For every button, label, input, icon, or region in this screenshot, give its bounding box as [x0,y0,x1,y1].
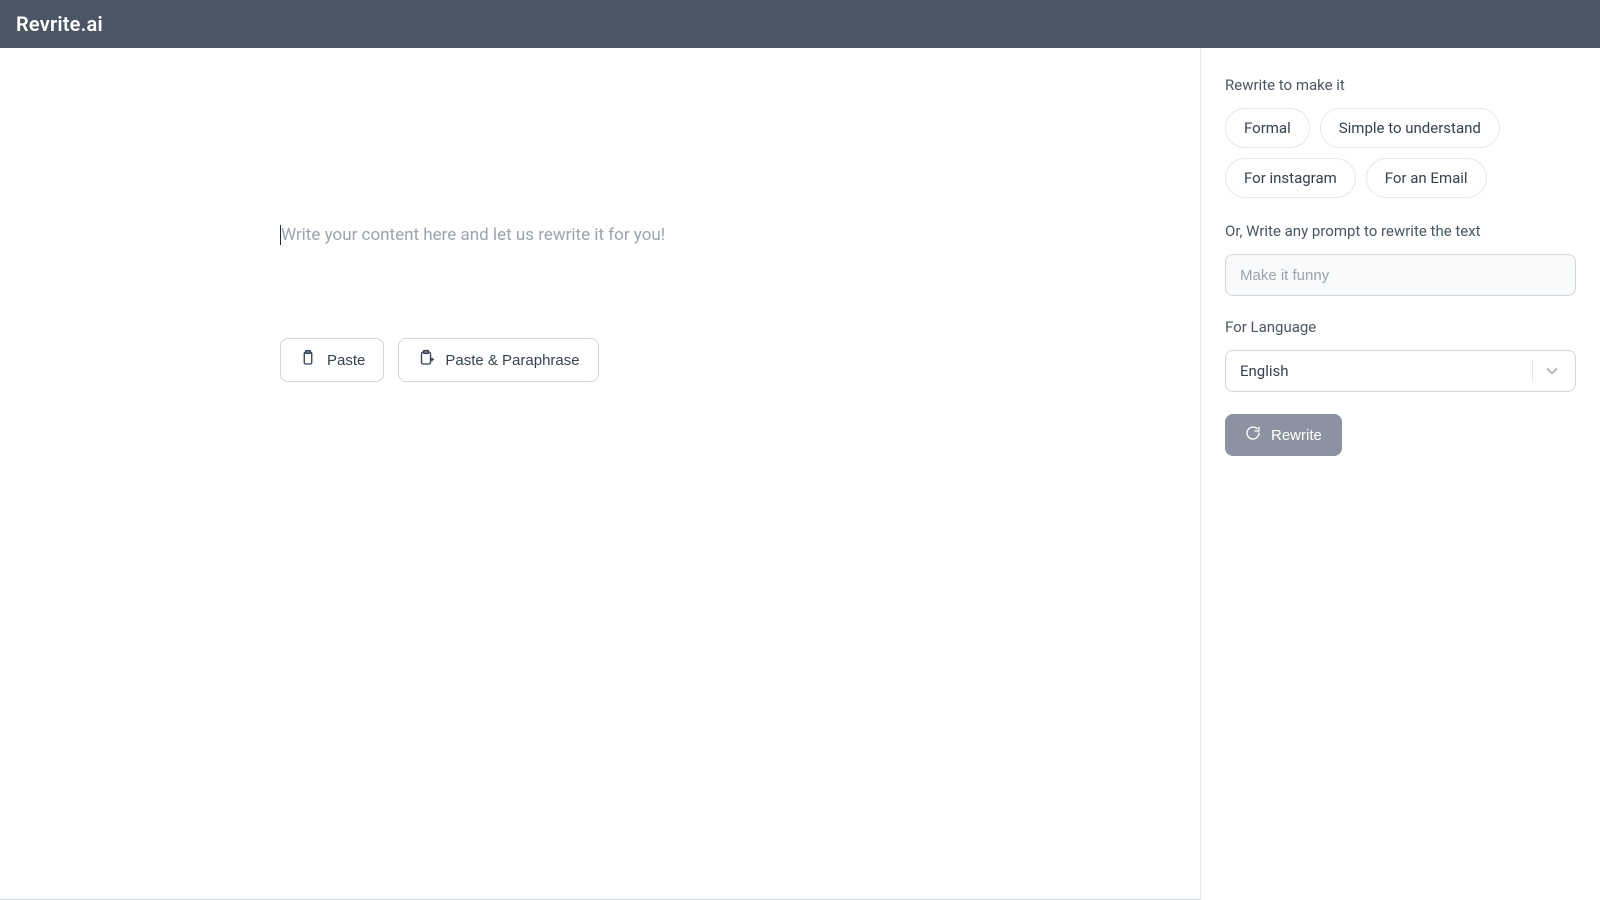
app-header: Revrite.ai [0,0,1600,48]
tone-chip-simple[interactable]: Simple to understand [1320,108,1500,148]
rewrite-button[interactable]: Rewrite [1225,414,1342,456]
app-body: Write your content here and let us rewri… [0,48,1600,900]
language-select[interactable]: English [1225,350,1576,392]
refresh-icon [1245,425,1261,445]
options-sidebar: Rewrite to make it Formal Simple to unde… [1200,48,1600,900]
tone-chip-email[interactable]: For an Email [1366,158,1487,198]
prompt-input[interactable] [1225,254,1576,296]
prompt-field: Or, Write any prompt to rewrite the text [1225,222,1576,296]
clipboard-plus-icon [417,349,435,371]
paste-paraphrase-button[interactable]: Paste & Paraphrase [398,338,598,382]
language-label: For Language [1225,318,1576,336]
text-caret [280,225,281,245]
clipboard-icon [299,349,317,371]
editor-buttons: Paste Paste & Paraphrase [280,338,599,382]
brand-title: Revrite.ai [16,12,103,36]
editor-area[interactable]: Write your content here and let us rewri… [280,224,1140,248]
editor-placeholder: Write your content here and let us rewri… [280,224,1140,248]
paste-button[interactable]: Paste [280,338,384,382]
tone-chip-formal[interactable]: Formal [1225,108,1310,148]
editor-placeholder-text: Write your content here and let us rewri… [281,225,665,245]
editor-pane: Write your content here and let us rewri… [0,48,1200,900]
rewrite-button-label: Rewrite [1271,427,1322,444]
paste-button-label: Paste [327,352,365,369]
tone-chips: Formal Simple to understand For instagra… [1225,108,1576,198]
language-field: For Language English [1225,318,1576,392]
paste-paraphrase-button-label: Paste & Paraphrase [445,352,579,369]
tone-section-label: Rewrite to make it [1225,76,1576,94]
prompt-label: Or, Write any prompt to rewrite the text [1225,222,1576,240]
select-divider [1532,360,1533,382]
tone-chip-instagram[interactable]: For instagram [1225,158,1356,198]
chevron-down-icon [1543,362,1561,380]
language-selected-value: English [1240,362,1289,380]
